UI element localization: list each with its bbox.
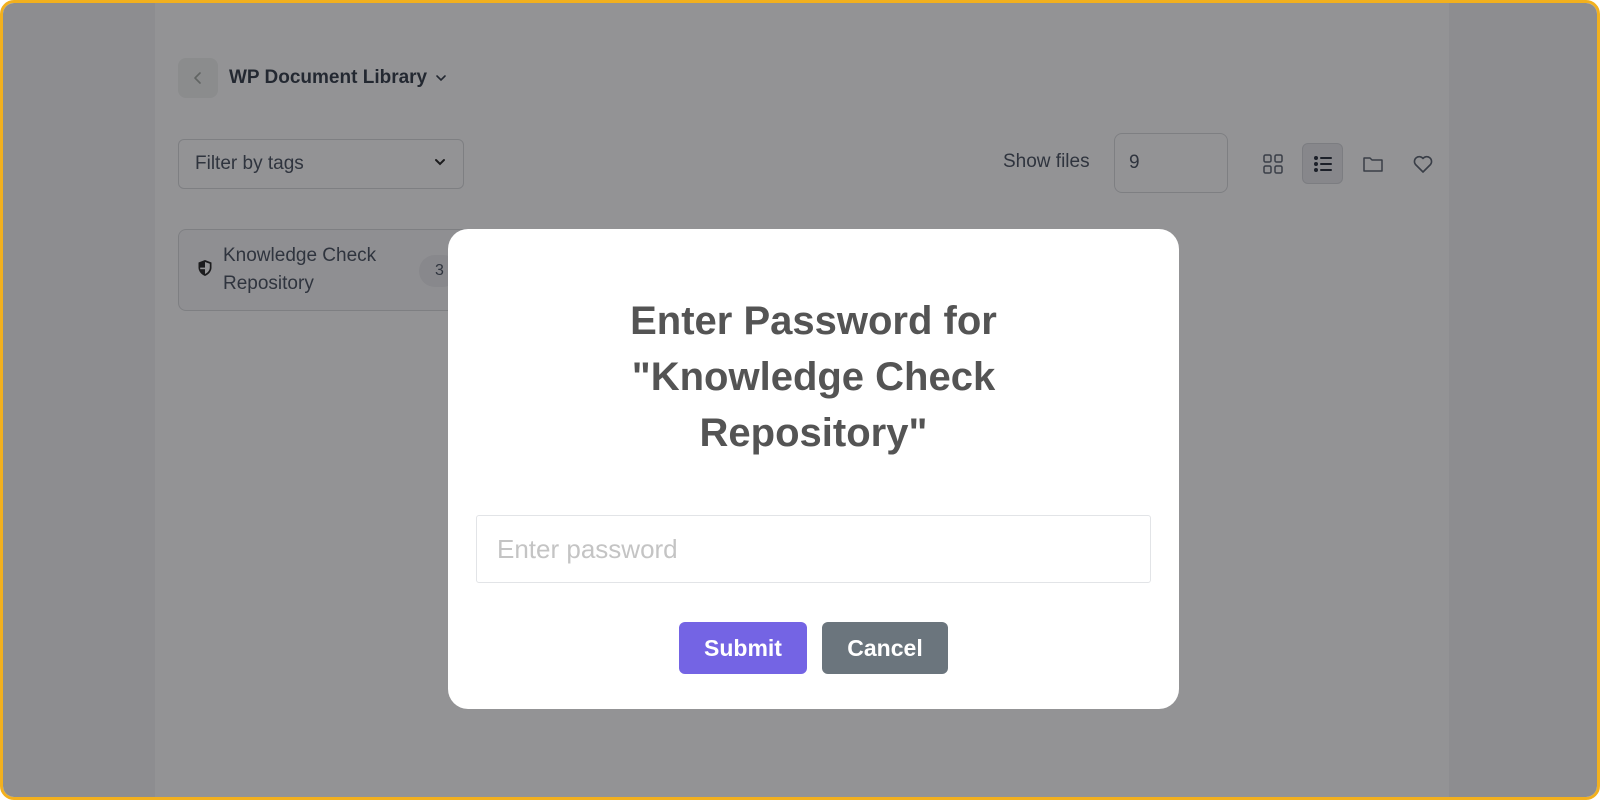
password-dialog: Enter Password for "Knowledge Check Repo… bbox=[448, 229, 1179, 709]
dialog-title: Enter Password for "Knowledge Check Repo… bbox=[630, 299, 997, 455]
app-frame: WP Document Library Filter by tags Show … bbox=[0, 0, 1600, 800]
password-input[interactable] bbox=[476, 515, 1151, 583]
submit-button[interactable]: Submit bbox=[679, 622, 807, 674]
cancel-button[interactable]: Cancel bbox=[822, 622, 948, 674]
